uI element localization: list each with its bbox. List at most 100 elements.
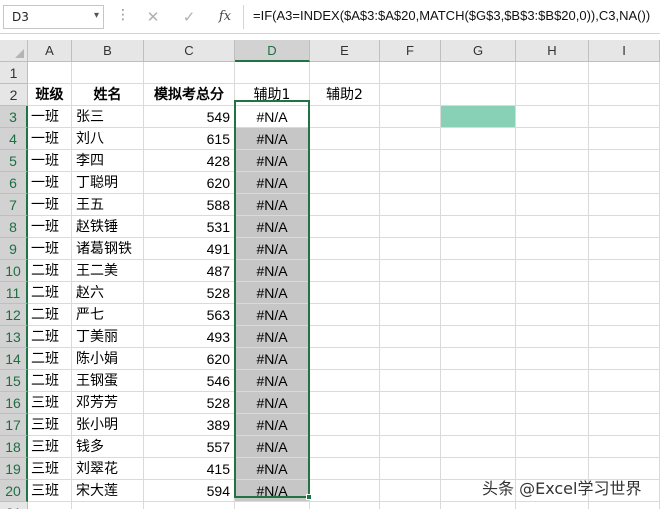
aux1-cell[interactable]: #N/A bbox=[235, 128, 310, 150]
enter-icon[interactable]: ✓ bbox=[177, 6, 201, 28]
class-cell[interactable]: 三班 bbox=[28, 480, 72, 502]
class-cell[interactable]: 三班 bbox=[28, 458, 72, 480]
cell-h9[interactable] bbox=[516, 238, 589, 260]
cell-g12[interactable] bbox=[441, 304, 516, 326]
row-header-8[interactable]: 8 bbox=[0, 216, 28, 238]
row-header-6[interactable]: 6 bbox=[0, 172, 28, 194]
cell-e5[interactable] bbox=[310, 150, 380, 172]
row-header-1[interactable]: 1 bbox=[0, 62, 28, 84]
cell-e15[interactable] bbox=[310, 370, 380, 392]
cell-e4[interactable] bbox=[310, 128, 380, 150]
cell-f1[interactable] bbox=[380, 62, 441, 84]
cell-h12[interactable] bbox=[516, 304, 589, 326]
cell-i17[interactable] bbox=[589, 414, 660, 436]
cell-e7[interactable] bbox=[310, 194, 380, 216]
cell-i8[interactable] bbox=[589, 216, 660, 238]
score-cell[interactable]: 491 bbox=[144, 238, 235, 260]
cell-f6[interactable] bbox=[380, 172, 441, 194]
cell-e6[interactable] bbox=[310, 172, 380, 194]
row-header-20[interactable]: 20 bbox=[0, 480, 28, 502]
cell-d1[interactable] bbox=[235, 62, 310, 84]
cell-g13[interactable] bbox=[441, 326, 516, 348]
cell-f20[interactable] bbox=[380, 480, 441, 502]
row-header-11[interactable]: 11 bbox=[0, 282, 28, 304]
cell-i7[interactable] bbox=[589, 194, 660, 216]
name-box[interactable]: D3 ▾ bbox=[3, 5, 104, 29]
select-all-button[interactable] bbox=[0, 40, 28, 62]
cell-g8[interactable] bbox=[441, 216, 516, 238]
cell-g15[interactable] bbox=[441, 370, 516, 392]
column-header-h[interactable]: H bbox=[516, 40, 589, 62]
score-cell[interactable]: 546 bbox=[144, 370, 235, 392]
aux1-cell[interactable]: #N/A bbox=[235, 282, 310, 304]
cell-f12[interactable] bbox=[380, 304, 441, 326]
cell-f15[interactable] bbox=[380, 370, 441, 392]
cell-i6[interactable] bbox=[589, 172, 660, 194]
cell-e3[interactable] bbox=[310, 106, 380, 128]
cell-b21[interactable] bbox=[72, 502, 144, 509]
cell-i16[interactable] bbox=[589, 392, 660, 414]
class-cell[interactable]: 一班 bbox=[28, 194, 72, 216]
cell-f2[interactable] bbox=[380, 84, 441, 106]
aux1-cell[interactable]: #N/A bbox=[235, 304, 310, 326]
aux1-cell[interactable]: #N/A bbox=[235, 414, 310, 436]
cell-b1[interactable] bbox=[72, 62, 144, 84]
column-header-d[interactable]: D bbox=[235, 40, 310, 62]
cell-c21[interactable] bbox=[144, 502, 235, 509]
class-cell[interactable]: 三班 bbox=[28, 414, 72, 436]
cell-i18[interactable] bbox=[589, 436, 660, 458]
column-header-i[interactable]: I bbox=[589, 40, 660, 62]
cancel-icon[interactable]: ✕ bbox=[141, 6, 165, 28]
score-cell[interactable]: 528 bbox=[144, 282, 235, 304]
row-header-15[interactable]: 15 bbox=[0, 370, 28, 392]
cell-e18[interactable] bbox=[310, 436, 380, 458]
cell-i3[interactable] bbox=[589, 106, 660, 128]
aux1-cell[interactable]: #N/A bbox=[235, 216, 310, 238]
cell-g5[interactable] bbox=[441, 150, 516, 172]
cell-f17[interactable] bbox=[380, 414, 441, 436]
aux1-cell[interactable]: #N/A bbox=[235, 150, 310, 172]
class-cell[interactable]: 三班 bbox=[28, 436, 72, 458]
aux1-cell[interactable]: #N/A bbox=[235, 326, 310, 348]
row-header-17[interactable]: 17 bbox=[0, 414, 28, 436]
cell-i12[interactable] bbox=[589, 304, 660, 326]
name-cell[interactable]: 严七 bbox=[72, 304, 144, 326]
cell-a1[interactable] bbox=[28, 62, 72, 84]
cell-e19[interactable] bbox=[310, 458, 380, 480]
cell-e21[interactable] bbox=[310, 502, 380, 509]
cell-e20[interactable] bbox=[310, 480, 380, 502]
cell-e10[interactable] bbox=[310, 260, 380, 282]
fill-handle[interactable] bbox=[306, 494, 312, 500]
name-cell[interactable]: 钱多 bbox=[72, 436, 144, 458]
score-cell[interactable]: 557 bbox=[144, 436, 235, 458]
cell-h5[interactable] bbox=[516, 150, 589, 172]
name-cell[interactable]: 王五 bbox=[72, 194, 144, 216]
score-cell[interactable]: 487 bbox=[144, 260, 235, 282]
class-cell[interactable]: 一班 bbox=[28, 216, 72, 238]
cell-f19[interactable] bbox=[380, 458, 441, 480]
row-header-2[interactable]: 2 bbox=[0, 84, 28, 106]
column-header-g[interactable]: G bbox=[441, 40, 516, 62]
column-header-b[interactable]: B bbox=[72, 40, 144, 62]
spreadsheet-grid[interactable]: A B C D E F G H I 1 2 3 4 5 6 7 8 9 10 11 12 13 14 15 16 17 18 19 20… bbox=[0, 40, 660, 509]
cell-i14[interactable] bbox=[589, 348, 660, 370]
cell-g2[interactable] bbox=[441, 84, 516, 106]
row-header-18[interactable]: 18 bbox=[0, 436, 28, 458]
cell-g7[interactable] bbox=[441, 194, 516, 216]
cell-f21[interactable] bbox=[380, 502, 441, 509]
aux1-cell[interactable]: #N/A bbox=[235, 348, 310, 370]
cell-g18[interactable] bbox=[441, 436, 516, 458]
header-aux1[interactable]: 辅助1 bbox=[235, 84, 310, 106]
score-cell[interactable]: 389 bbox=[144, 414, 235, 436]
column-header-e[interactable]: E bbox=[310, 40, 380, 62]
class-cell[interactable]: 二班 bbox=[28, 260, 72, 282]
cell-h7[interactable] bbox=[516, 194, 589, 216]
cell-g9[interactable] bbox=[441, 238, 516, 260]
lookup-cell-g3[interactable] bbox=[441, 106, 516, 128]
cell-e13[interactable] bbox=[310, 326, 380, 348]
cell-a21[interactable] bbox=[28, 502, 72, 509]
cell-d21[interactable] bbox=[235, 502, 310, 509]
name-cell[interactable]: 丁聪明 bbox=[72, 172, 144, 194]
name-cell[interactable]: 赵六 bbox=[72, 282, 144, 304]
row-header-13[interactable]: 13 bbox=[0, 326, 28, 348]
